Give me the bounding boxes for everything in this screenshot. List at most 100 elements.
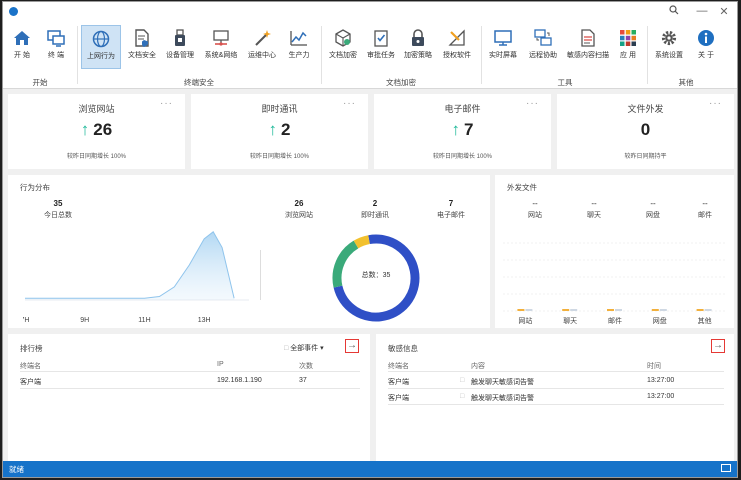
- ribbon-label: 开 始: [14, 52, 30, 59]
- column-header: 终端名: [20, 363, 41, 370]
- chart-icon: [290, 31, 307, 46]
- ribbon-sensitive-scan-button[interactable]: 敏感内容扫描: [565, 25, 611, 69]
- ruler-icon: [448, 29, 465, 46]
- outgoing-bar-chart: 网站 聊天 邮件 网盘 其他: [503, 242, 727, 325]
- column-header: 时间: [647, 363, 661, 370]
- bar-label: 邮件: [608, 316, 622, 325]
- cell-count: 37: [299, 377, 307, 384]
- more-icon[interactable]: ···: [343, 98, 356, 109]
- checklist-icon: [374, 30, 388, 47]
- ribbon-label: 文档加密: [329, 52, 357, 59]
- ribbon-approval-button[interactable]: 审批任务: [365, 25, 397, 69]
- stat-value: --: [702, 199, 708, 208]
- ribbon-live-screen-button[interactable]: 实时屏幕: [485, 25, 521, 69]
- stat-mail: 7 电子邮件: [421, 199, 481, 220]
- ribbon-label: 加密策略: [404, 52, 432, 59]
- stat-label: 浏览网站: [285, 212, 313, 219]
- ribbon-settings-button[interactable]: 系统设置: [651, 25, 687, 69]
- group-label-tools: 工具: [557, 78, 573, 87]
- ribbon-doc-security-button[interactable]: 文档安全: [125, 25, 159, 69]
- network-icon: [213, 30, 229, 46]
- ribbon-device-button[interactable]: 设备管理: [163, 25, 197, 69]
- close-button[interactable]: ✕: [717, 5, 731, 18]
- outgoing-stat-chat: -- 聊天: [566, 199, 622, 220]
- ribbon-terminal-button[interactable]: 终 端: [41, 25, 71, 69]
- bar-primary: [651, 309, 659, 311]
- cell-content: 触发聊天敏感词告警: [471, 379, 534, 386]
- wand-icon: [255, 30, 271, 46]
- ribbon-label: 关 于: [698, 52, 714, 59]
- ribbon-label: 审批任务: [367, 52, 395, 59]
- chevron-down-icon: ▾: [320, 345, 324, 352]
- ribbon-label: 系统&网络: [204, 52, 238, 59]
- divider: [20, 388, 360, 389]
- stat-value: 26: [294, 199, 304, 208]
- stat-label: 电子邮件: [437, 212, 465, 219]
- more-icon[interactable]: ···: [526, 98, 539, 109]
- ribbon-label: 授权软件: [443, 52, 471, 59]
- ribbon-remote-assist-button[interactable]: 远程协助: [525, 25, 561, 69]
- stat-value: 7: [448, 199, 454, 208]
- usb-icon: [175, 29, 185, 46]
- hourly-area-chart: 7H 9H 11H 13H: [23, 231, 249, 324]
- stat-value: --: [591, 199, 597, 208]
- donut-slice-im: [353, 235, 371, 249]
- title-bar: — ✕: [3, 2, 737, 22]
- ribbon-productivity-button[interactable]: 生产力: [283, 25, 315, 69]
- more-icon[interactable]: ···: [160, 98, 173, 109]
- ribbon-apps-button[interactable]: 应 用: [613, 25, 643, 69]
- ribbon-doc-encrypt-button[interactable]: 文档加密: [325, 25, 361, 69]
- divider: [20, 371, 360, 372]
- section-title: 行为分布: [20, 183, 50, 192]
- globe-icon: [92, 30, 110, 48]
- minimize-button[interactable]: —: [695, 5, 709, 17]
- ribbon-encrypt-policy-button[interactable]: 加密策略: [401, 25, 435, 69]
- x-tick-label: 7H: [23, 317, 29, 324]
- ribbon-label: 上网行为: [87, 53, 115, 60]
- encrypt-box-icon: [335, 29, 351, 47]
- arrow-right-icon: →: [347, 340, 357, 351]
- row-checkbox[interactable]: □: [460, 377, 464, 384]
- row-checkbox[interactable]: □: [460, 393, 464, 400]
- section-title: 外发文件: [507, 183, 537, 192]
- message-icon[interactable]: [721, 464, 731, 472]
- sensitive-more-arrow-button[interactable]: →: [711, 339, 725, 353]
- arrow-up-icon: ↑: [451, 120, 461, 139]
- cell-terminal: 客户端: [388, 379, 409, 386]
- cell-terminal: 客户端: [388, 395, 409, 402]
- card-email[interactable]: 电子邮件 ··· ↑ 7 较昨日同期增长 100%: [374, 94, 551, 169]
- ribbon-web-behavior-button[interactable]: 上网行为: [81, 25, 121, 69]
- more-icon[interactable]: ···: [709, 98, 722, 109]
- status-text: 就绪: [9, 465, 24, 474]
- filter-value: 全部事件: [290, 345, 319, 352]
- card-file-outgoing[interactable]: 文件外发 ··· 0 较昨日同期持平: [557, 94, 734, 169]
- event-filter-dropdown[interactable]: □ 全部事件 ▾: [284, 343, 324, 353]
- group-separator: [77, 26, 78, 84]
- card-value-wrap: ↑ 26: [8, 120, 185, 140]
- x-tick-label: 13H: [198, 317, 211, 324]
- divider: [388, 371, 724, 372]
- card-footer: 较昨日同期增长 100%: [432, 154, 492, 160]
- bar-label: 其他: [698, 316, 712, 325]
- info-icon: [698, 30, 714, 46]
- search-icon[interactable]: [667, 5, 681, 18]
- ribbon-system-network-button[interactable]: 系统&网络: [201, 25, 241, 69]
- card-footer: 较昨日同期增长 100%: [66, 154, 126, 160]
- card-instant-message[interactable]: 即时通讯 ··· ↑ 2 较昨日同期增长 100%: [191, 94, 368, 169]
- gear-icon: [661, 30, 677, 46]
- lock-icon: [412, 29, 424, 46]
- ribbon-about-button[interactable]: 关 于: [691, 25, 721, 69]
- ribbon-home-button[interactable]: 开 始: [7, 25, 37, 69]
- stat-label: 即时通讯: [361, 212, 389, 219]
- cell-ip: 192.168.1.190: [217, 377, 262, 384]
- outgoing-stat-web: -- 网站: [507, 199, 563, 220]
- ribbon-label: 运维中心: [248, 52, 276, 59]
- ribbon-ops-center-button[interactable]: 运维中心: [245, 25, 279, 69]
- ribbon-licensed-software-button[interactable]: 授权软件: [439, 25, 475, 69]
- ribbon-label: 应 用: [620, 52, 636, 59]
- cell-time: 13:27:00: [647, 393, 675, 400]
- ranking-more-arrow-button[interactable]: →: [345, 339, 359, 353]
- stat-web: 26 浏览网站: [269, 199, 329, 220]
- monitor-icon: [494, 30, 512, 46]
- card-browse-web[interactable]: 浏览网站 ··· ↑ 26 较昨日同期增长 100%: [8, 94, 185, 169]
